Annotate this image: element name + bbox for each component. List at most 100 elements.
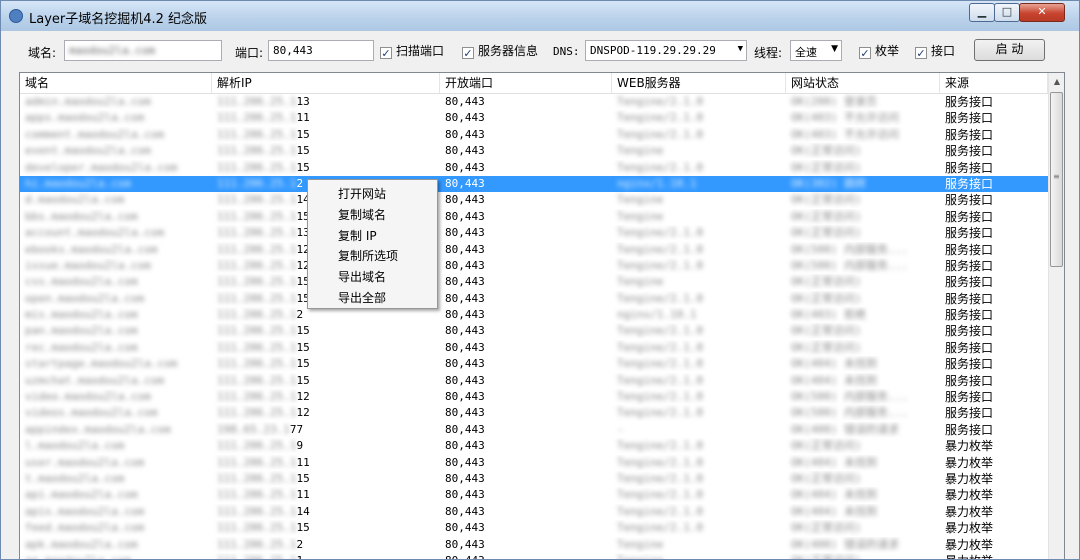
table-row[interactable]: hi.maodou2la.com 111.206.25.12 80,443 nginx… (20, 175, 1048, 193)
cell-status: OK(404) 未找到 (786, 455, 940, 471)
table-row[interactable]: apis.maodou2la.com 111.206.25.114 80,443 Te… (20, 504, 1048, 520)
cell-text: 暴力枚举 (945, 439, 994, 454)
table-row[interactable]: aq.maodou2la.com 111.206.25.11 80,443 Tengi… (20, 553, 1048, 559)
table-row[interactable]: video.maodou2la.com 111.206.25.112 80,443 T… (20, 389, 1048, 405)
toolbar: 域名: maodou2la.com 端口: 80,443 ✓ 扫描端口 ✓ 服务器信… (1, 37, 1079, 65)
table-row[interactable]: rec.maodou2la.com 111.206.25.115 80,443 Ten… (20, 340, 1048, 356)
cell-text: Tengine/2.1.0 (617, 127, 704, 141)
column-header-status[interactable]: 网站状态 (786, 73, 940, 93)
column-header-ip[interactable]: 解析IP (212, 73, 440, 93)
table-row[interactable]: videos.maodou2la.com 111.206.25.112 80,443… (20, 405, 1048, 421)
table-row[interactable]: apk.maodou2la.com 111.206.25.12 80,443 Teng… (20, 537, 1048, 553)
context-menu-item[interactable]: 复制域名 (338, 206, 386, 223)
cell-text: Tengine/2.1.0 (617, 455, 704, 469)
scan-port-checkbox[interactable]: ✓ 扫描端口 (380, 42, 444, 59)
scrollbar-thumb[interactable]: ≡ (1050, 92, 1063, 267)
table-row[interactable]: api.maodou2la.com 111.206.25.111 80,443 Ten… (20, 487, 1048, 503)
cell-server: Tengine (612, 209, 786, 225)
table-row[interactable]: css.maodou2la.com 111.206.25.115 80,443 Ten… (20, 274, 1048, 290)
context-menu-item[interactable]: 复制 IP (338, 227, 377, 244)
cell-server: Tengine/2.1.0 (612, 258, 786, 274)
cell-text: - (617, 422, 624, 436)
table-row[interactable]: admin.maodou2la.com 111.206.25.113 80,443 T… (20, 94, 1048, 110)
table-row[interactable]: apps.maodou2la.com 111.206.25.111 80,443 Te… (20, 110, 1048, 126)
cell-text: aq.maodou2la.com (25, 554, 131, 559)
ip-prefix: 111.206.25.1 (217, 127, 297, 141)
ip-tail: 15 (296, 324, 310, 338)
cell-text: 暴力枚举 (945, 554, 993, 559)
cell-text: OK(404) 未找到 (791, 373, 877, 387)
table-row[interactable]: open.maodou2la.com 111.206.25.115 80,443 Te… (20, 291, 1048, 307)
maximize-button[interactable]: □ (994, 3, 1020, 22)
port-input[interactable]: 80,443 (268, 40, 374, 61)
title-bar[interactable]: Layer子域名挖掘机4.2 纪念版 ▁ □ ✕ (1, 1, 1079, 31)
dns-select[interactable]: DNSPOD-119.29.29.29 ▼ (585, 40, 747, 61)
cell-port: 80,443 (440, 242, 612, 258)
table-row[interactable]: t.maodou2la.com 111.206.25.115 80,443 Tengi… (20, 471, 1048, 487)
table-row[interactable]: pan.maodou2la.com 111.206.25.115 80,443 Ten… (20, 323, 1048, 339)
cell-server: Tengine/2.1.0 (612, 471, 786, 487)
thread-select[interactable]: 全速 ▼ (790, 40, 842, 61)
start-button[interactable]: 启 动 (974, 39, 1045, 61)
ip-tail: 15 (296, 357, 310, 371)
cell-server: Tengine/2.1.0 (612, 225, 786, 241)
ip-prefix: 111.206.25.1 (217, 193, 297, 207)
api-checkbox[interactable]: ✓ 接口 (915, 42, 955, 59)
domain-input[interactable]: maodou2la.com (64, 40, 222, 61)
column-header-source[interactable]: 来源 (940, 73, 1048, 93)
table-row[interactable]: appindex.maodou2la.com 198.65.23.177 80,44… (20, 422, 1048, 438)
cell-status: OK(403) 拒绝 (786, 307, 940, 323)
cell-text: 服务接口 (945, 226, 994, 241)
minimize-button[interactable]: ▁ (969, 3, 995, 22)
cell-text: developer.maodou2la.com (25, 160, 178, 174)
cell-text: 80,443 (445, 324, 485, 338)
cell-port: 80,443 (440, 520, 612, 536)
cell-text: Tengine/2.1.0 (617, 357, 704, 371)
table-row[interactable]: d.maodou2la.com 111.206.25.114 80,443 Tengi… (20, 192, 1048, 208)
column-header-server[interactable]: WEB服务器 (612, 73, 786, 93)
table-row[interactable]: startpage.maodou2la.com 111.206.25.115 80,… (20, 356, 1048, 372)
cell-text: 暴力枚举 (945, 471, 994, 486)
ip-prefix: 198.65.23.1 (217, 422, 290, 436)
ip-prefix: 111.206.25.1 (217, 521, 297, 535)
table-row[interactable]: mis.maodou2la.com 111.206.25.12 80,443 ngin… (20, 307, 1048, 323)
ip-tail: 77 (289, 422, 304, 436)
cell-source: 暴力枚举 (940, 520, 1048, 536)
table-row[interactable]: l.maodou2la.com 111.206.25.19 80,443 Tengin… (20, 438, 1048, 454)
cell-status: OK(500) 内部服务... (786, 258, 940, 274)
cell-domain: apps.maodou2la.com (20, 110, 212, 126)
close-button[interactable]: ✕ (1019, 3, 1065, 22)
cell-domain: videos.maodou2la.com (20, 405, 212, 421)
table-row[interactable]: developer.maodou2la.com 111.206.25.115 80,… (20, 160, 1048, 176)
column-header-port[interactable]: 开放端口 (440, 73, 612, 93)
ip-prefix: 111.206.25.1 (217, 308, 297, 322)
brute-checkbox[interactable]: ✓ 枚举 (859, 42, 899, 59)
ip-prefix: 111.206.25.1 (217, 226, 297, 240)
server-info-checkbox[interactable]: ✓ 服务器信息 (462, 42, 538, 59)
cell-text: css.maodou2la.com (25, 275, 138, 289)
vertical-scrollbar[interactable]: ▲ ≡ (1048, 73, 1064, 559)
table-row[interactable]: event.maodou2la.com 111.206.25.115 80,443 T… (20, 143, 1048, 159)
table-row[interactable]: user.maodou2la.com 111.206.25.111 80,443 Te… (20, 455, 1048, 471)
results-grid[interactable]: 域名 解析IP 开放端口 WEB服务器 网站状态 来源 admin.maodou… (19, 72, 1065, 559)
table-row[interactable]: feed.maodou2la.com 111.206.25.115 80,443 Te… (20, 520, 1048, 536)
table-row[interactable]: bbs.maodou2la.com 111.206.25.115 80,443 Ten… (20, 209, 1048, 225)
cell-domain: pan.maodou2la.com (20, 323, 212, 339)
ip-prefix: 111.206.25.1 (217, 176, 297, 190)
context-menu-item[interactable]: 打开网站 (338, 185, 386, 202)
cell-text: OK(400) 错误的请求 (791, 537, 899, 551)
scroll-up-icon[interactable]: ▲ (1049, 73, 1064, 90)
cell-text: OK(403) 不允许访问 (791, 127, 899, 141)
table-row[interactable]: issue.maodou2la.com 111.206.25.112 80,443 T… (20, 258, 1048, 274)
table-row[interactable]: uzmchat.maodou2la.com 111.206.25.115 80,44… (20, 373, 1048, 389)
table-row[interactable]: comment.maodou2la.com 111.206.25.115 80,44… (20, 127, 1048, 143)
table-row[interactable]: ebooks.maodou2la.com 111.206.25.112 80,443… (20, 242, 1048, 258)
cell-text: Tengine (617, 554, 663, 559)
context-menu-item[interactable]: 导出全部 (338, 289, 386, 306)
cell-text: hi.maodou2la.com (25, 176, 131, 190)
column-header-domain[interactable]: 域名 (20, 73, 212, 93)
table-row[interactable]: account.maodou2la.com 111.206.25.113 80,44… (20, 225, 1048, 241)
cell-text: 80,443 (445, 422, 485, 436)
context-menu-item[interactable]: 导出域名 (338, 268, 386, 285)
context-menu-item[interactable]: 复制所选项 (338, 247, 398, 264)
